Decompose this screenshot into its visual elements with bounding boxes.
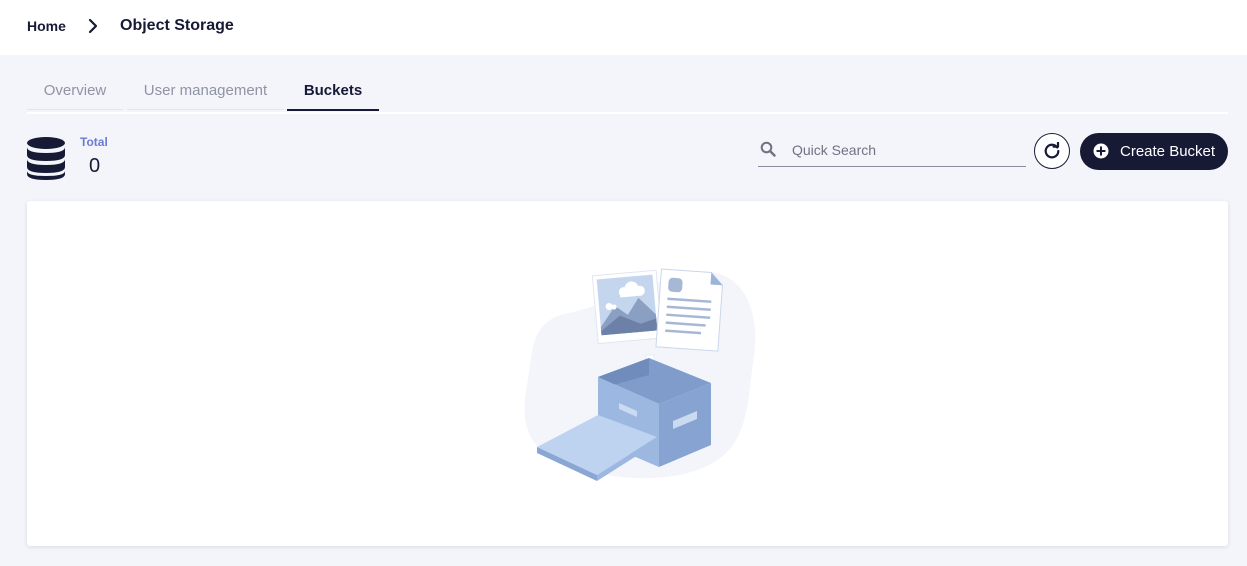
- breadcrumb-home[interactable]: Home: [27, 18, 66, 34]
- tab-buckets[interactable]: Buckets: [287, 74, 379, 111]
- breadcrumb-current: Object Storage: [120, 17, 234, 34]
- tab-bar: Overview User management Buckets: [27, 74, 1228, 114]
- tab-user-management[interactable]: User management: [127, 74, 284, 110]
- create-bucket-label: Create Bucket: [1120, 143, 1216, 160]
- chevron-right-icon: [86, 16, 100, 36]
- refresh-button[interactable]: [1034, 133, 1070, 169]
- quick-search: [758, 134, 1026, 167]
- database-icon: [26, 136, 66, 180]
- empty-box-illustration: [499, 265, 761, 487]
- create-bucket-button[interactable]: Create Bucket: [1080, 133, 1228, 170]
- plus-circle-icon: [1093, 143, 1109, 159]
- search-icon: [760, 141, 776, 157]
- buckets-panel: [27, 201, 1228, 546]
- tab-overview[interactable]: Overview: [27, 74, 123, 110]
- search-input[interactable]: [790, 138, 1024, 162]
- page-header: Home Object Storage: [0, 0, 1247, 55]
- total-count: 0: [89, 155, 101, 177]
- refresh-icon: [1044, 142, 1060, 159]
- total-label: Total: [80, 135, 108, 149]
